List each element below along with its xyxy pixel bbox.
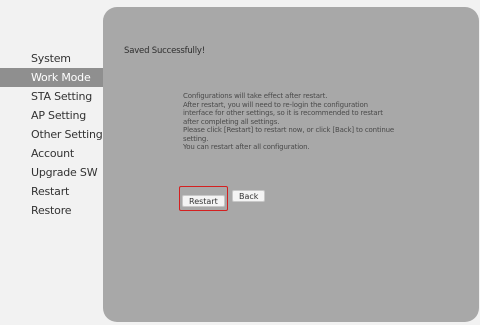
status-message: Saved Successfully! (124, 46, 205, 56)
sidebar-nav: System Work Mode STA Setting AP Setting … (0, 49, 103, 220)
info-line: Configurations will take effect after re… (183, 92, 328, 100)
restart-info-text: Configurations will take effect after re… (183, 92, 428, 152)
sidebar-item-account[interactable]: Account (0, 144, 103, 163)
sidebar-item-restore[interactable]: Restore (0, 201, 103, 220)
sidebar-item-sta-setting[interactable]: STA Setting (0, 87, 103, 106)
info-line: setting. (183, 134, 209, 143)
sidebar-item-work-mode[interactable]: Work Mode (0, 68, 103, 87)
sidebar-item-restart[interactable]: Restart (0, 182, 103, 201)
sidebar-item-system[interactable]: System (0, 49, 103, 68)
restart-button[interactable]: Restart (182, 195, 225, 207)
info-line: You can restart after all configuration. (183, 143, 310, 151)
info-line: after completing all settings. (183, 117, 280, 126)
sidebar-item-other-setting[interactable]: Other Setting (0, 125, 103, 144)
sidebar-item-upgrade-sw[interactable]: Upgrade SW (0, 163, 103, 182)
sidebar-item-ap-setting[interactable]: AP Setting (0, 106, 103, 125)
info-line: After restart, you will need to re-login… (183, 100, 368, 109)
restart-button-highlight: Restart (179, 186, 228, 211)
info-line: interface for other settings, so it is r… (183, 109, 383, 117)
info-line: Please click [Restart] to restart now, o… (183, 126, 395, 134)
back-button[interactable]: Back (232, 190, 266, 202)
content-panel: Saved Successfully! Configurations will … (103, 7, 479, 322)
